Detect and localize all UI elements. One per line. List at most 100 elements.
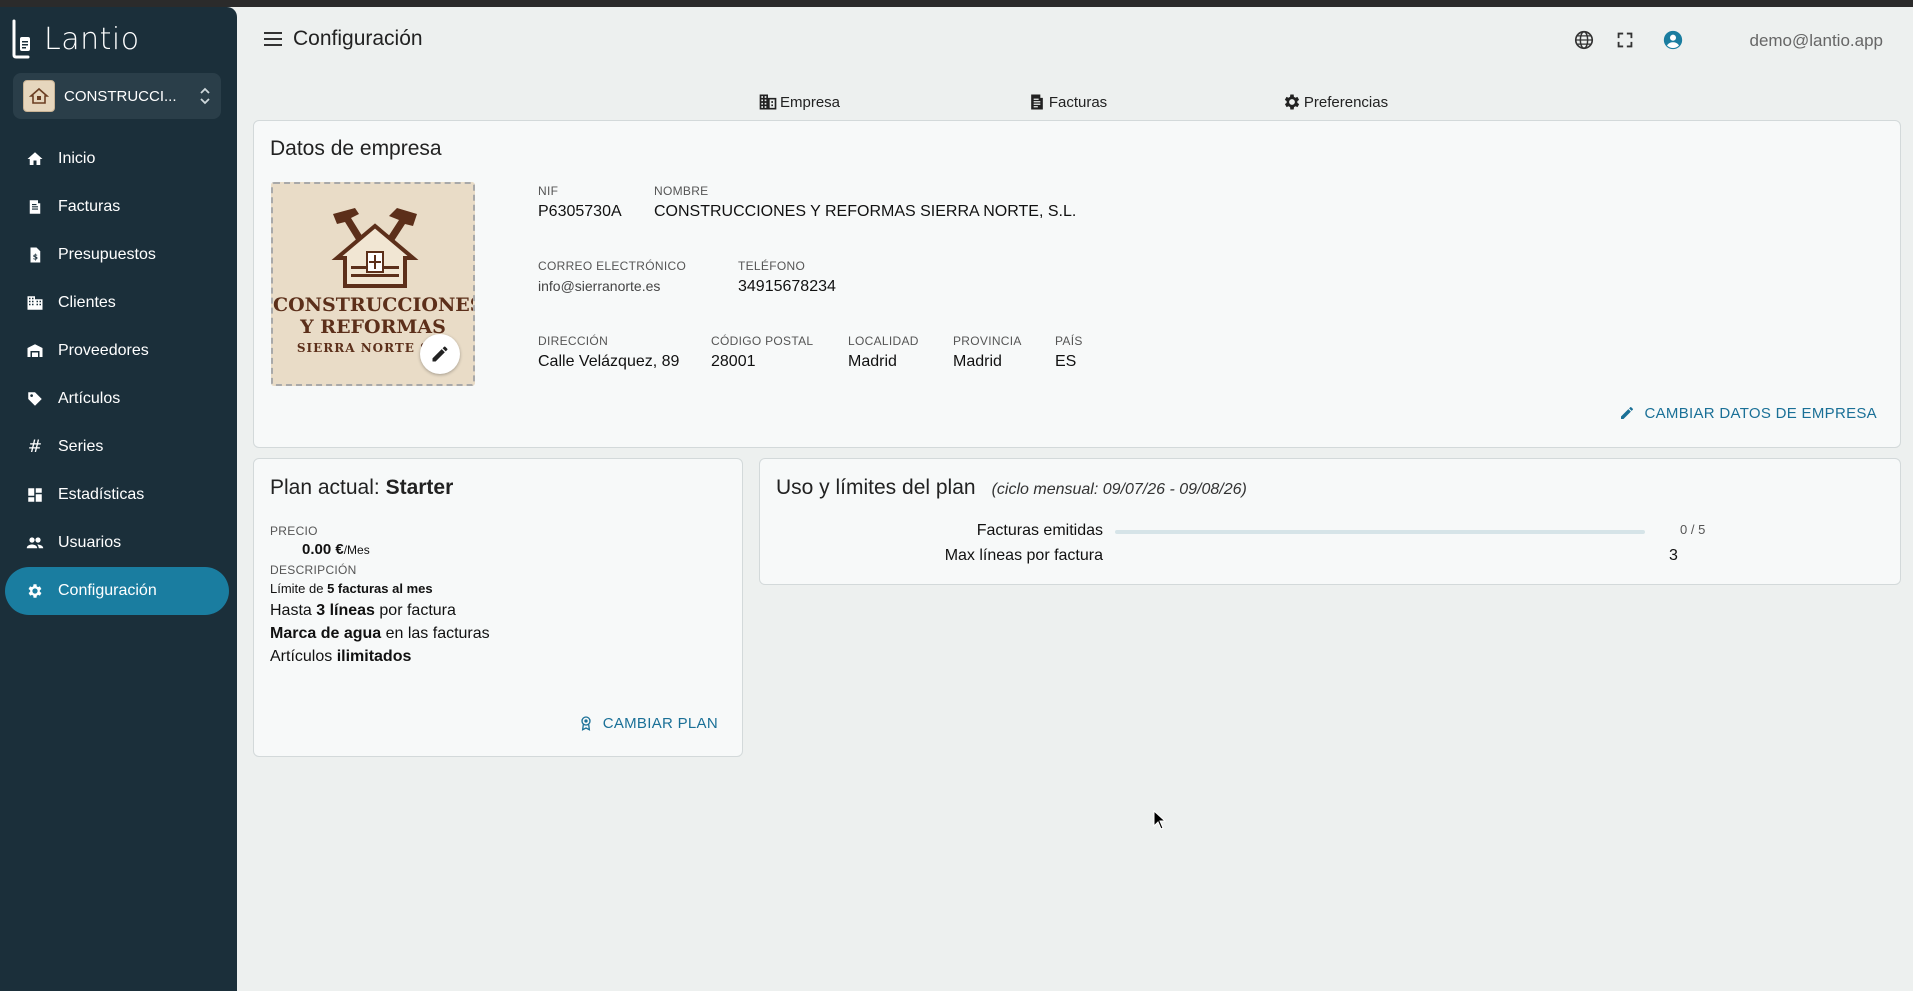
plan-feature: Hasta 3 líneas por factura xyxy=(270,602,490,620)
feature-bold: 3 líneas xyxy=(316,602,375,619)
field-direccion: DIRECCIÓN Calle Velázquez, 89 xyxy=(538,334,679,371)
company-selector[interactable]: CONSTRUCCI... xyxy=(13,73,221,119)
feature-text: Artículos xyxy=(270,648,337,665)
company-data-card: Datos de empresa CONSTRUCCIONES Y REFORM… xyxy=(253,120,1901,448)
sidebar-item-label: Usuarios xyxy=(58,534,122,551)
field-nif: NIF P6305730A xyxy=(538,184,622,221)
sidebar-item-label: Inicio xyxy=(58,150,96,167)
account-icon[interactable] xyxy=(1662,29,1684,51)
plan-price: 0.00 €/Mes xyxy=(302,541,490,558)
field-label: CORREO ELECTRÓNICO xyxy=(538,259,687,273)
gear-icon xyxy=(1282,92,1302,112)
field-label: LOCALIDAD xyxy=(848,334,919,348)
sidebar-item-label: Artículos xyxy=(58,390,121,407)
field-label: NIF xyxy=(538,184,559,198)
sidebar-item-label: Facturas xyxy=(58,198,121,215)
usage-label-facturas: Facturas emitidas xyxy=(976,522,1103,539)
field-nombre: NOMBRE CONSTRUCCIONES Y REFORMAS SIERRA … xyxy=(654,184,1076,221)
receipt-icon xyxy=(25,197,45,217)
edit-company-button[interactable]: CAMBIAR DATOS DE EMPRESA xyxy=(1618,404,1877,422)
app-logo-text: Lantio xyxy=(44,21,140,57)
pencil-icon xyxy=(1618,404,1636,422)
field-label: PROVINCIA xyxy=(953,334,1022,348)
sidebar-item-label: Presupuestos xyxy=(58,246,156,263)
change-plan-label: CAMBIAR PLAN xyxy=(602,714,718,732)
feature-bold: 5 facturas al mes xyxy=(327,581,433,596)
company-selector-name: CONSTRUCCI... xyxy=(64,87,177,105)
plan-feature: Artículos ilimitados xyxy=(270,648,490,666)
plan-feature: Marca de agua en las facturas xyxy=(270,625,490,643)
feature-text: por factura xyxy=(374,602,456,619)
edit-company-label: CAMBIAR DATOS DE EMPRESA xyxy=(1644,404,1877,422)
hash-icon: # xyxy=(27,437,43,457)
price-value: 0.00 € xyxy=(302,541,344,558)
usage-header: Uso y límites del plan (ciclo mensual: 0… xyxy=(776,476,1247,500)
field-pais: PAÍS ES xyxy=(1055,334,1083,371)
description-label: DESCRIPCIÓN xyxy=(270,563,357,577)
edit-logo-button[interactable] xyxy=(420,334,460,374)
field-value: P6305730A xyxy=(538,203,622,220)
sidebar-item-configuracion[interactable]: Configuración xyxy=(5,567,229,615)
app-root: Lantio CONSTRUCCI... Inicio Facturas $ P… xyxy=(0,7,1913,991)
logo-text-line1: CONSTRUCCIONES xyxy=(273,294,475,316)
usage-progress-bar xyxy=(1115,530,1645,534)
receipt-icon xyxy=(1027,92,1047,112)
menu-icon[interactable] xyxy=(263,31,283,47)
fullscreen-icon[interactable] xyxy=(1614,29,1636,51)
company-thumbnail xyxy=(23,80,55,112)
field-value: ES xyxy=(1055,353,1077,370)
company-logo[interactable]: CONSTRUCCIONES Y REFORMAS SIERRA NORTE S… xyxy=(271,182,475,386)
user-email[interactable]: demo@lantio.app xyxy=(1749,31,1883,51)
usage-value-lineas: 3 xyxy=(1669,547,1678,564)
page-title: Configuración xyxy=(293,27,423,50)
sidebar-item-presupuestos[interactable]: $ Presupuestos xyxy=(5,231,229,279)
svg-text:$: $ xyxy=(33,253,38,262)
sidebar-item-label: Series xyxy=(58,438,104,455)
house-hammer-logo-icon xyxy=(331,208,419,288)
plan-title-prefix: Plan actual: xyxy=(270,476,386,499)
award-icon xyxy=(577,714,595,732)
app-logo[interactable]: Lantio xyxy=(12,19,140,59)
change-plan-button[interactable]: CAMBIAR PLAN xyxy=(577,714,718,732)
globe-icon[interactable] xyxy=(1573,29,1595,51)
sidebar-item-clientes[interactable]: Clientes xyxy=(5,279,229,327)
feature-text: Hasta xyxy=(270,602,317,619)
gear-icon xyxy=(25,581,45,601)
tab-label: Empresa xyxy=(779,93,841,111)
sidebar-item-series[interactable]: # Series xyxy=(5,423,229,471)
pencil-icon xyxy=(432,346,448,362)
business-icon xyxy=(758,92,778,112)
building-icon xyxy=(25,293,45,313)
sidebar-item-facturas[interactable]: Facturas xyxy=(5,183,229,231)
feature-text: Límite de xyxy=(270,581,328,596)
tag-icon xyxy=(25,389,45,409)
dashboard-icon xyxy=(25,485,45,505)
sidebar-item-label: Estadísticas xyxy=(58,486,145,503)
tab-preferencias[interactable]: Preferencias xyxy=(1201,79,1469,125)
sidebar-item-usuarios[interactable]: Usuarios xyxy=(5,519,229,567)
sidebar-item-proveedores[interactable]: Proveedores xyxy=(5,327,229,375)
sidebar-nav: Inicio Facturas $ Presupuestos Clientes … xyxy=(0,135,237,615)
sidebar-item-label: Configuración xyxy=(58,582,157,599)
field-telefono: TELÉFONO 34915678234 xyxy=(738,259,836,296)
field-value: 34915678234 xyxy=(738,278,836,295)
plan-feature: Límite de 5 facturas al mes xyxy=(270,581,490,596)
tab-facturas[interactable]: Facturas xyxy=(933,79,1201,125)
field-value: Madrid xyxy=(848,353,897,370)
sidebar-item-articulos[interactable]: Artículos xyxy=(5,375,229,423)
field-label: PAÍS xyxy=(1055,334,1083,348)
tab-empresa[interactable]: Empresa xyxy=(665,79,933,125)
lantio-logo-icon xyxy=(12,19,30,59)
plan-name: Starter xyxy=(385,476,454,499)
window-top-strip xyxy=(0,0,1913,7)
field-value: CONSTRUCCIONES Y REFORMAS SIERRA NORTE, … xyxy=(654,203,1077,220)
sidebar-item-label: Proveedores xyxy=(58,342,149,359)
plan-card: Plan actual: Starter PRECIO 0.00 €/Mes D… xyxy=(253,458,743,757)
top-header: Configuración demo@lantio.app xyxy=(237,7,1913,71)
field-label: CÓDIGO POSTAL xyxy=(711,334,814,348)
tab-label: Facturas xyxy=(1048,93,1108,111)
sidebar-item-estadisticas[interactable]: Estadísticas xyxy=(5,471,229,519)
sidebar-item-inicio[interactable]: Inicio xyxy=(5,135,229,183)
field-value: Madrid xyxy=(953,353,1002,370)
plan-details: PRECIO 0.00 €/Mes DESCRIPCIÓN Límite de … xyxy=(270,524,490,666)
